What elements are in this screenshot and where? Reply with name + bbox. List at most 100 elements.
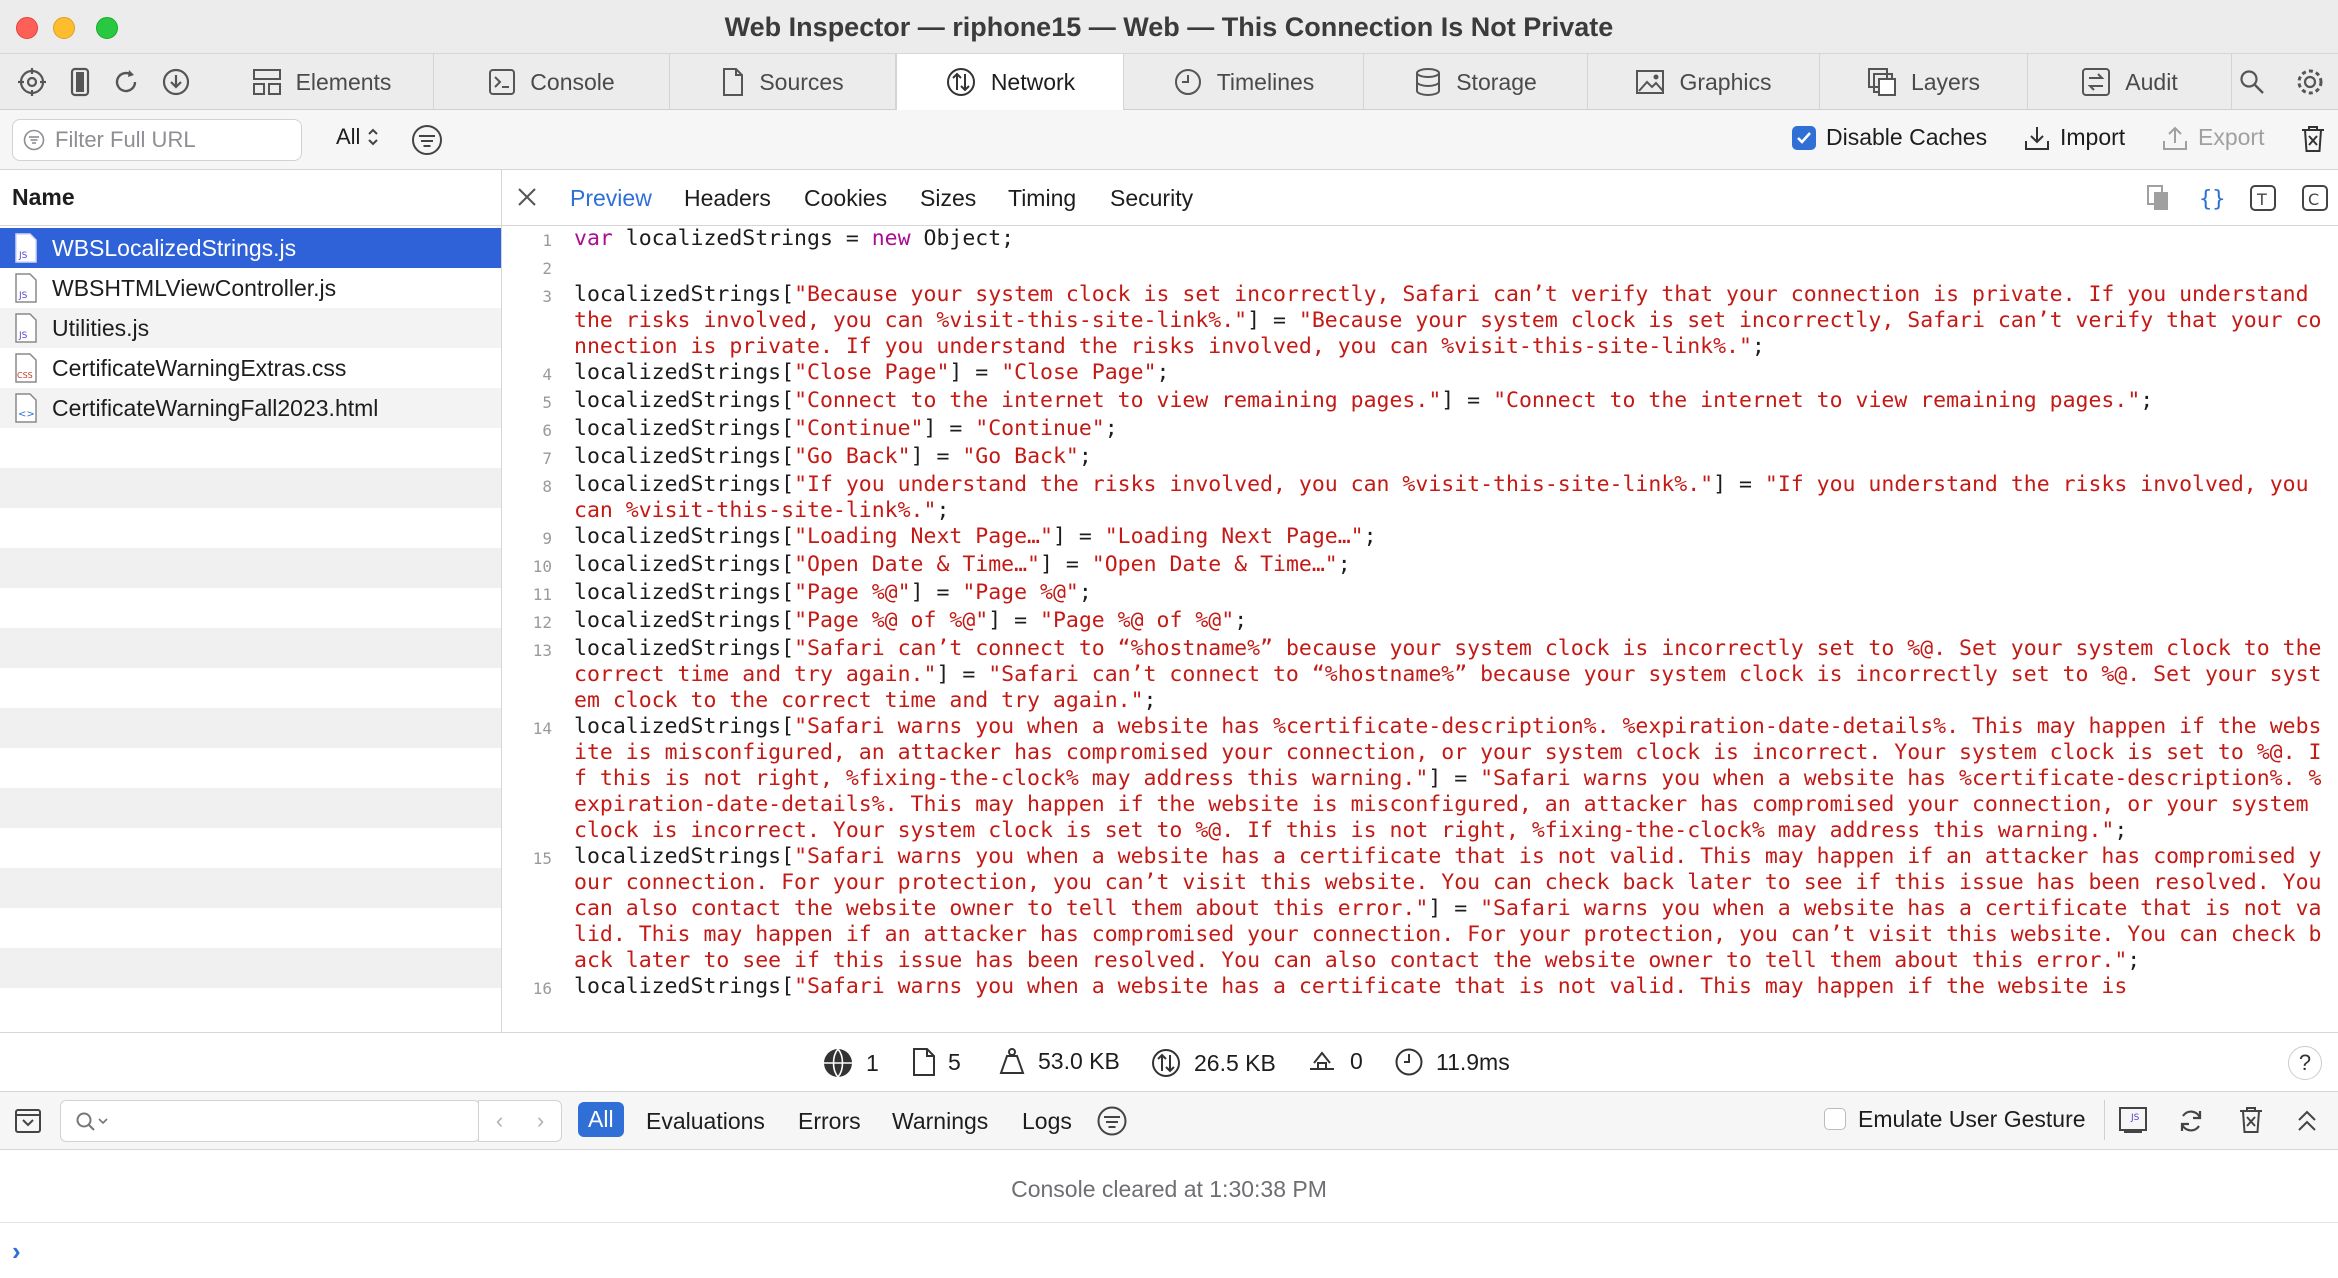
resource-row[interactable]: <> CertificateWarningFall2023.html	[0, 388, 501, 428]
text-view-icon[interactable]: T	[2248, 183, 2278, 213]
tab-label: Timelines	[1216, 68, 1315, 95]
transferred-stat: 26.5 KB	[1150, 1047, 1276, 1079]
tab-label: Network	[990, 68, 1076, 95]
empty-row	[0, 588, 501, 628]
resource-type-select[interactable]: All	[336, 124, 380, 150]
console-filter-logs[interactable]: Logs	[1012, 1104, 1082, 1139]
checkbox-checked-icon[interactable]	[1792, 125, 1816, 150]
console-prompt[interactable]: ›	[12, 1236, 21, 1267]
emulate-gesture-checkbox[interactable]	[1824, 1108, 1846, 1130]
js-file-icon: JS	[15, 313, 37, 343]
chevron-up-icon[interactable]	[2294, 1108, 2320, 1134]
export-icon	[2163, 126, 2187, 150]
gear-icon[interactable]	[2292, 64, 2328, 100]
resource-name: WBSHTMLViewController.js	[52, 274, 337, 301]
refresh-icon[interactable]	[2176, 1106, 2206, 1136]
console-icon	[489, 69, 516, 95]
code-text: localizedStrings["Connect to the interne…	[574, 388, 2154, 413]
css-view-icon[interactable]: C	[2300, 183, 2330, 213]
tab-timelines[interactable]: Timelines	[1124, 54, 1364, 110]
search-result-nav: ‹ ›	[478, 1100, 562, 1142]
help-button[interactable]: ?	[2288, 1046, 2322, 1080]
size-stat: 53.0 KB	[998, 1047, 1120, 1075]
filter-options-icon[interactable]	[410, 123, 444, 162]
disable-caches-toggle[interactable]: Disable Caches	[1792, 124, 1987, 151]
name-column-header[interactable]: Name	[0, 170, 501, 226]
line-number: 4	[542, 365, 552, 384]
copy-icon[interactable]	[2144, 183, 2174, 213]
layers-icon	[1867, 68, 1896, 96]
tab-console[interactable]: Console	[434, 54, 670, 110]
tab-preview[interactable]: Preview	[570, 185, 652, 212]
tab-sizes[interactable]: Sizes	[920, 185, 976, 212]
tab-storage[interactable]: Storage	[1364, 54, 1588, 110]
js-snippet-icon[interactable]: JS	[2118, 1106, 2148, 1136]
reload-icon[interactable]	[108, 64, 144, 100]
import-button[interactable]: Import	[2024, 124, 2125, 151]
resource-row[interactable]: CSS CertificateWarningExtras.css	[0, 348, 501, 388]
code-preview[interactable]: 1 var localizedStrings = new Object; 2 3 lo…	[502, 226, 2338, 1032]
tab-elements[interactable]: Elements	[210, 54, 434, 110]
filter-options-icon[interactable]	[1096, 1105, 1128, 1137]
code-text: localizedStrings["Safari can’t connect t…	[574, 636, 2335, 713]
console-filter-all[interactable]: All	[578, 1102, 624, 1137]
css-file-icon: CSS	[15, 353, 37, 383]
empty-row	[0, 508, 501, 548]
console-filter-errors[interactable]: Errors	[788, 1104, 871, 1139]
tab-network[interactable]: Network	[896, 54, 1124, 110]
tab-security[interactable]: Security	[1110, 185, 1193, 212]
pretty-print-icon[interactable]: {}	[2196, 183, 2226, 213]
code-text: localizedStrings["Safari warns you when …	[574, 714, 2322, 843]
close-icon[interactable]	[516, 186, 538, 213]
code-line: 2	[502, 254, 2338, 282]
code-line: 11 localizedStrings["Page %@"] = "Page %@…	[502, 580, 2338, 608]
element-picker-icon[interactable]	[14, 64, 50, 100]
network-icon	[946, 68, 975, 96]
empty-row	[0, 828, 501, 868]
load-time-stat: 11.9ms	[1394, 1047, 1510, 1077]
js-file-icon: JS	[15, 273, 37, 303]
previous-result-icon[interactable]: ‹	[496, 1108, 503, 1134]
code-line: 16 localizedStrings["Safari warns you whe…	[502, 974, 2338, 1002]
resource-type-value: All	[336, 124, 361, 149]
tab-headers[interactable]: Headers	[684, 185, 771, 212]
tab-audit[interactable]: Audit	[2028, 54, 2232, 110]
filter-placeholder: Filter Full URL	[55, 127, 196, 152]
resource-detail-tabs: Preview Headers Cookies Sizes Timing Sec…	[502, 170, 2338, 226]
tab-layers[interactable]: Layers	[1820, 54, 2028, 110]
console-filter-warnings[interactable]: Warnings	[882, 1104, 998, 1139]
resource-row[interactable]: JS WBSLocalizedStrings.js	[0, 228, 501, 268]
line-number: 9	[542, 529, 552, 548]
code-text: localizedStrings["Open Date & Time…"] = …	[574, 552, 1351, 577]
code-line: 3 localizedStrings["Because your system c…	[502, 282, 2338, 360]
filter-url-input[interactable]: Filter Full URL	[12, 119, 302, 161]
device-icon[interactable]	[62, 64, 98, 100]
console-toggle-icon[interactable]	[14, 1108, 42, 1134]
tab-graphics[interactable]: Graphics	[1588, 54, 1820, 110]
line-number: 2	[542, 259, 552, 278]
tab-cookies[interactable]: Cookies	[804, 185, 887, 212]
clear-log-icon[interactable]	[2300, 125, 2326, 158]
empty-row	[0, 948, 501, 988]
tab-sources[interactable]: Sources	[670, 54, 896, 110]
line-number: 8	[542, 477, 552, 496]
search-icon	[76, 1112, 108, 1131]
search-icon[interactable]	[2234, 64, 2270, 100]
clear-console-icon[interactable]	[2238, 1106, 2264, 1134]
resource-row[interactable]: JS WBSHTMLViewController.js	[0, 268, 501, 308]
code-line: 7 localizedStrings["Go Back"] = "Go Back"…	[502, 444, 2338, 472]
empty-row	[0, 788, 501, 828]
export-button[interactable]: Export	[2162, 124, 2264, 151]
resource-row[interactable]: JS Utilities.js	[0, 308, 501, 348]
console-filter-evaluations[interactable]: Evaluations	[636, 1104, 775, 1139]
code-text: localizedStrings["Go Back"] = "Go Back";	[574, 444, 1092, 469]
transferred-value: 26.5 KB	[1194, 1049, 1276, 1076]
console-search-input[interactable]	[60, 1100, 480, 1142]
tab-timing[interactable]: Timing	[1008, 185, 1076, 212]
code-text: localizedStrings["If you understand the …	[574, 472, 2322, 523]
transfer-icon	[1152, 1049, 1180, 1077]
download-icon[interactable]	[158, 64, 194, 100]
next-result-icon[interactable]: ›	[537, 1108, 544, 1134]
svg-text:{}: {}	[2199, 187, 2226, 212]
